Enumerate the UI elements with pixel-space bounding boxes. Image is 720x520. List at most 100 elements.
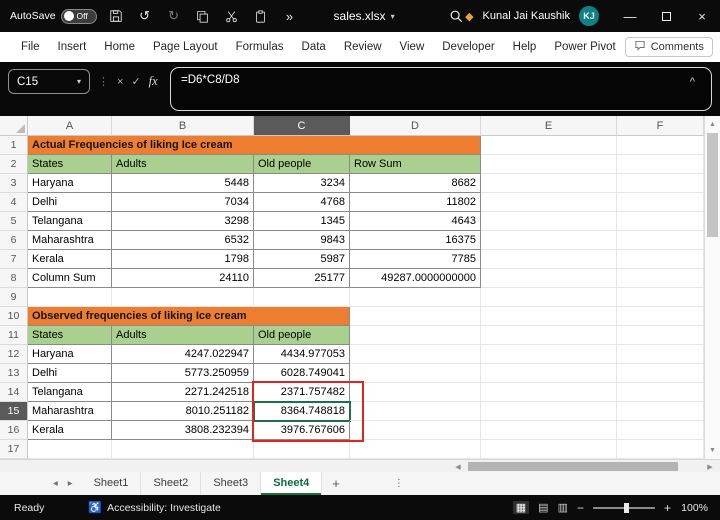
column-header-C[interactable]: C [254,116,350,135]
cell-D3[interactable]: 8682 [350,174,481,193]
cell-E12[interactable] [481,345,617,364]
ribbon-tab-view[interactable]: View [391,32,434,62]
minimize-button[interactable]: — [612,0,648,32]
cell-D4[interactable]: 11802 [350,193,481,212]
cut-icon[interactable] [222,5,242,27]
cell-B8[interactable]: 24110 [112,269,254,288]
row-header-4[interactable]: 4 [0,193,28,212]
scroll-up-icon[interactable]: ▲ [705,118,720,131]
row-header-14[interactable]: 14 [0,383,28,402]
tab-scroll-left-icon[interactable]: ◂ [48,478,63,489]
ribbon-tab-insert[interactable]: Insert [49,32,96,62]
cell-A11[interactable]: States [28,326,112,345]
zoom-in-button[interactable]: + [664,501,671,515]
cancel-formula-icon[interactable]: × [117,76,123,88]
cell-D7[interactable]: 7785 [350,250,481,269]
zoom-out-button[interactable]: − [577,501,584,515]
column-header-F[interactable]: F [617,116,704,135]
row-header-13[interactable]: 13 [0,364,28,383]
horizontal-scrollbar[interactable]: ◀ ▶ [452,461,716,472]
cell-A3[interactable]: Haryana [28,174,112,193]
name-box[interactable]: C15 ▾ [8,69,90,94]
zoom-slider[interactable] [593,507,655,509]
cell-E9[interactable] [481,288,617,307]
scroll-left-icon[interactable]: ◀ [452,463,464,471]
cell-F14[interactable] [617,383,704,402]
page-layout-view-icon[interactable]: ▤ [538,501,548,514]
cell-B12[interactable]: 4247.022947 [112,345,254,364]
cell-E6[interactable] [481,231,617,250]
save-icon[interactable] [106,5,126,27]
cell-B17[interactable] [112,440,254,459]
cell-C7[interactable]: 5987 [254,250,350,269]
tab-scroll-right-icon[interactable]: ▸ [63,478,78,489]
row-header-7[interactable]: 7 [0,250,28,269]
cell-A2[interactable]: States [28,155,112,174]
row-header-16[interactable]: 16 [0,421,28,440]
user-name[interactable]: Kunal Jai Kaushik [483,10,570,22]
cell-F16[interactable] [617,421,704,440]
insert-function-icon[interactable]: fx [149,74,158,89]
close-button[interactable]: × [684,0,720,32]
cell-D6[interactable]: 16375 [350,231,481,250]
cell-F2[interactable] [617,155,704,174]
cell-F4[interactable] [617,193,704,212]
cell-C8[interactable]: 25177 [254,269,350,288]
cell-C16[interactable]: 3976.767606 [254,421,350,440]
cell-D8[interactable]: 49287.0000000000 [350,269,481,288]
redo-icon[interactable]: ↻ [164,5,184,27]
page-break-view-icon[interactable]: ▥ [558,501,568,514]
vertical-scrollbar[interactable]: ▲ ▼ [704,116,720,459]
row-header-11[interactable]: 11 [0,326,28,345]
cell-A14[interactable]: Telangana [28,383,112,402]
cell-B15[interactable]: 8010.251182 [112,402,254,421]
column-header-B[interactable]: B [112,116,254,135]
cell-D12[interactable] [350,345,481,364]
column-header-D[interactable]: D [350,116,481,135]
add-sheet-button[interactable]: + [322,476,350,491]
row-header-12[interactable]: 12 [0,345,28,364]
cell-A7[interactable]: Kerala [28,250,112,269]
maximize-button[interactable] [648,0,684,32]
vertical-scroll-thumb[interactable] [707,133,718,237]
cell-F13[interactable] [617,364,704,383]
row-header-17[interactable]: 17 [0,440,28,459]
cell-C15[interactable]: 8364.748818 [254,402,350,421]
row-header-9[interactable]: 9 [0,288,28,307]
cell-F8[interactable] [617,269,704,288]
horizontal-scroll-thumb[interactable] [468,462,678,471]
cell-F17[interactable] [617,440,704,459]
cell-D13[interactable] [350,364,481,383]
ribbon-tab-help[interactable]: Help [504,32,546,62]
cell-F12[interactable] [617,345,704,364]
enter-formula-icon[interactable]: ✓ [131,75,140,88]
collapse-formula-bar-icon[interactable]: ^ [690,76,695,88]
paste-icon[interactable] [251,5,271,27]
ribbon-tab-developer[interactable]: Developer [433,32,503,62]
cell-B13[interactable]: 5773.250959 [112,364,254,383]
cell-C12[interactable]: 4434.977053 [254,345,350,364]
row-header-15[interactable]: 15 [0,402,28,421]
file-name[interactable]: sales.xlsx ▾ [334,9,395,23]
accessibility-button[interactable]: ♿ Accessibility: Investigate [88,501,221,514]
column-header-E[interactable]: E [481,116,617,135]
cell-A9[interactable] [28,288,112,307]
cell-A13[interactable]: Delhi [28,364,112,383]
sheet-tab-sheet1[interactable]: Sheet1 [82,472,142,495]
name-box-dropdown-icon[interactable]: ▾ [77,77,81,86]
cell-A12[interactable]: Haryana [28,345,112,364]
cell-A15[interactable]: Maharashtra [28,402,112,421]
cell-E16[interactable] [481,421,617,440]
cell-E1[interactable] [481,136,617,155]
cell-E11[interactable] [481,326,617,345]
ribbon-tab-file[interactable]: File [12,32,49,62]
cell-B14[interactable]: 2271.242518 [112,383,254,402]
cell-C14[interactable]: 2371.757482 [254,383,350,402]
cell-C3[interactable]: 3234 [254,174,350,193]
sheet-tab-sheet4[interactable]: Sheet4 [261,472,322,495]
cell-B9[interactable] [112,288,254,307]
cell-A17[interactable] [28,440,112,459]
cell-F15[interactable] [617,402,704,421]
autosave-toggle[interactable]: Off [61,9,97,24]
ribbon-tab-data[interactable]: Data [293,32,335,62]
